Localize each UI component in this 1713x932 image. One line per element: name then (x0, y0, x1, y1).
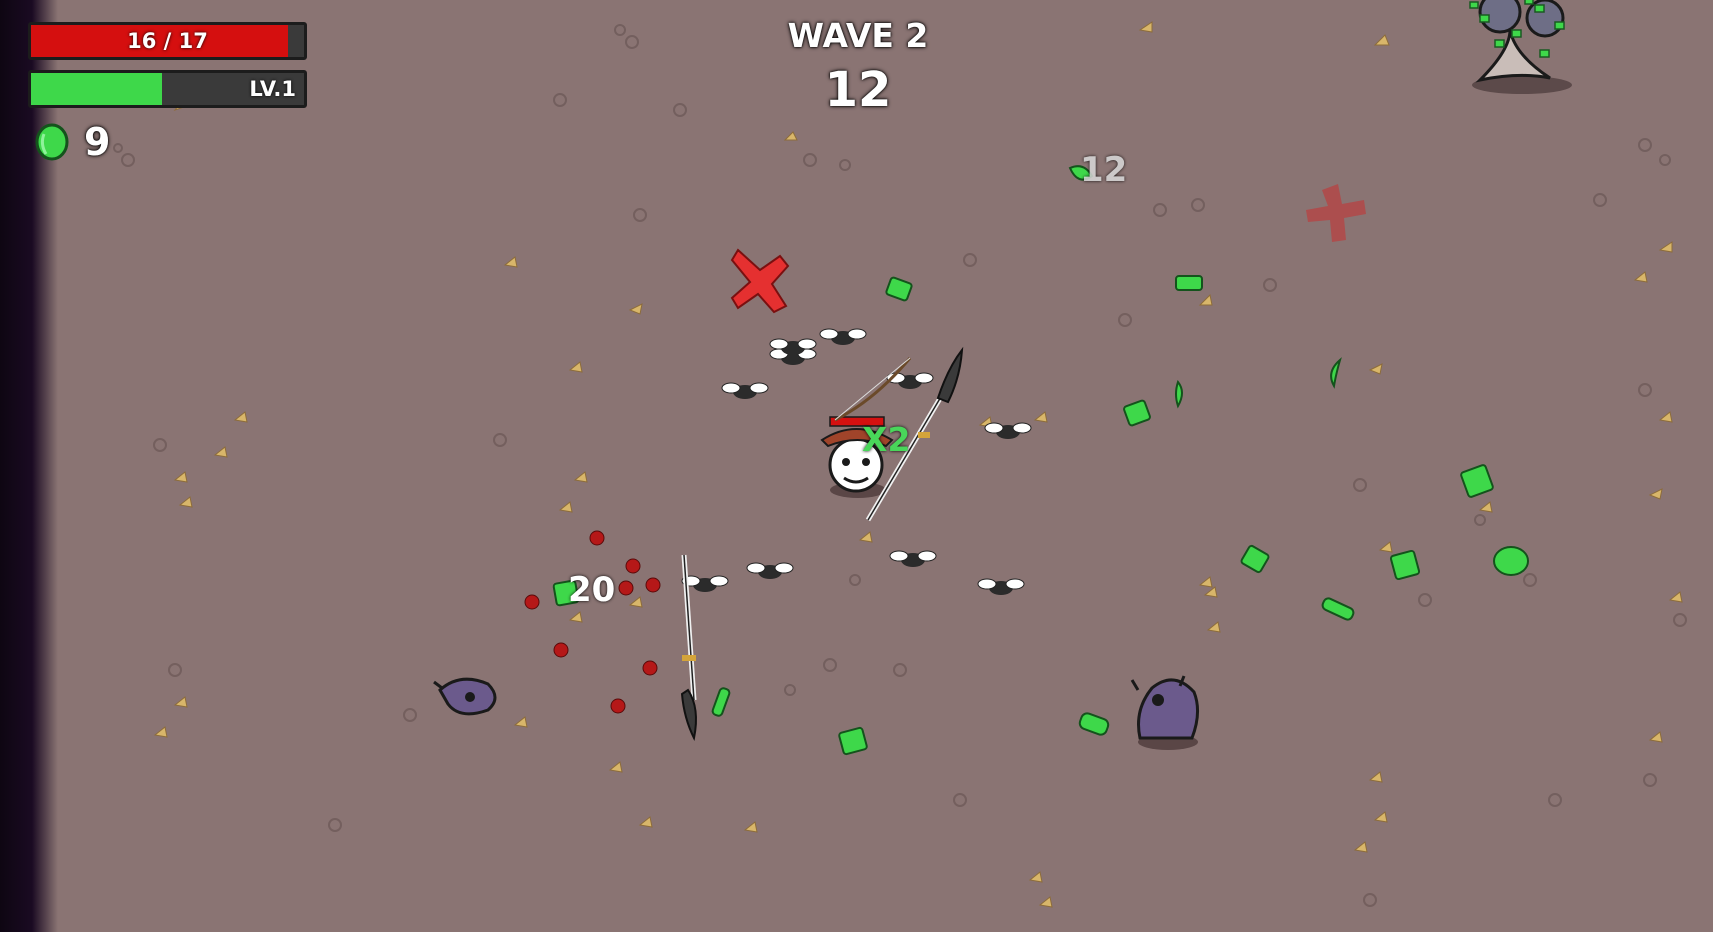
tree-with-fruit[interactable] (1469, 0, 1572, 94)
baby-alien-enemy[interactable] (433, 677, 497, 716)
enemy-spawn-marker (730, 248, 790, 314)
wave-label: WAVE 2 (787, 16, 929, 55)
damage-number: 20 (568, 570, 616, 610)
blood-splatter (524, 530, 661, 714)
game-world (433, 0, 1572, 756)
material-icon (35, 123, 69, 161)
baby-alien-enemy[interactable] (1130, 675, 1199, 750)
experience-bar: LV.1 (28, 70, 307, 108)
material-drop[interactable] (552, 165, 1529, 756)
multiplier-text: X2 (862, 420, 911, 459)
health-bar: 16 / 17 (28, 22, 307, 60)
level-text: LV.1 (249, 77, 296, 101)
materials-counter: 9 (34, 120, 110, 164)
wave-timer: 12 (824, 62, 892, 118)
health-text: 16 / 17 (127, 29, 208, 53)
enemy-spawn-marker (1306, 184, 1366, 242)
bow-weapon (834, 357, 912, 422)
materials-count: 9 (84, 120, 111, 164)
damage-number: 12 (1080, 150, 1128, 190)
